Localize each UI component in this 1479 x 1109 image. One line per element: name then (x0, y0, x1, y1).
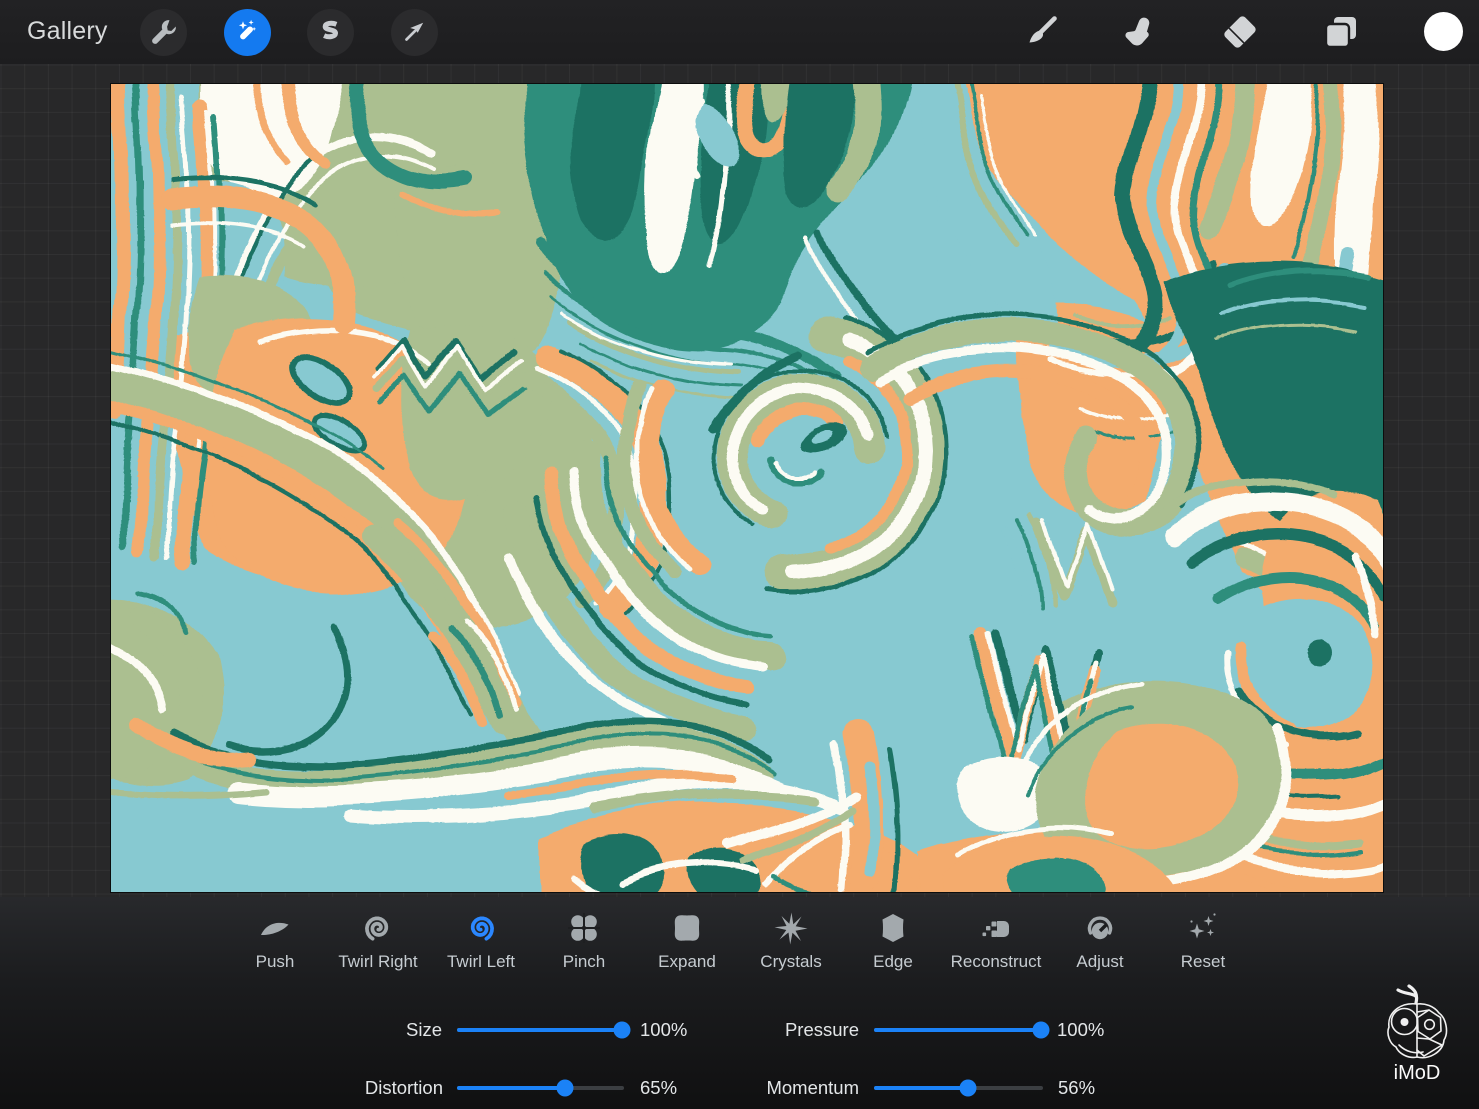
svg-text:iMoD: iMoD (1394, 1062, 1441, 1084)
